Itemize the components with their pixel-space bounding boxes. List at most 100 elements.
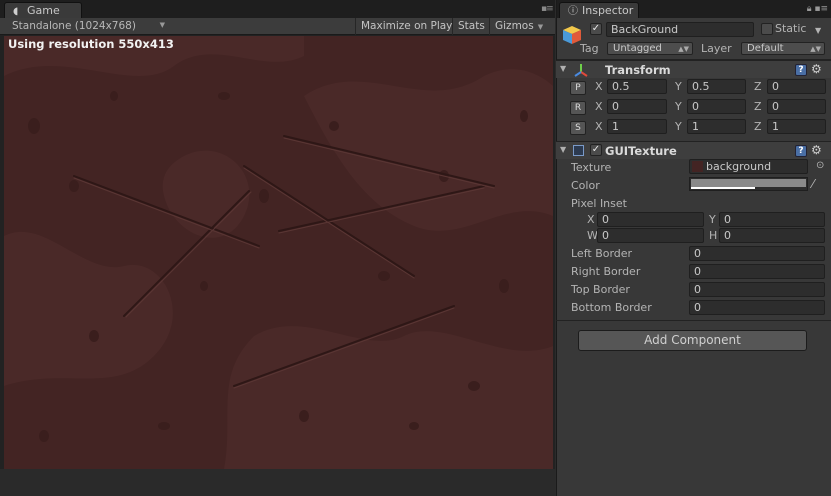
color-label: Color [571,179,600,192]
transform-title: Transform [605,63,671,77]
color-field[interactable] [689,177,808,191]
pacman-icon: ◖ [13,6,19,17]
game-toolbar: Standalone (1024x768) ▼ Maximize on Play… [0,18,555,35]
inset-h-label: H [709,229,718,242]
position-x-field[interactable]: 0.5 [607,79,667,94]
scale-x-field[interactable]: 1 [607,119,667,134]
color-swatch [691,179,806,187]
info-icon: ⓘ [568,6,578,17]
position-z-label: Z [754,80,762,93]
inset-y-label: Y [709,213,716,226]
top-border-field[interactable]: 0 [689,282,825,297]
transform-header[interactable]: ▼ Transform ? ⚙ [556,60,831,78]
add-component-button[interactable]: Add Component [578,330,807,351]
inset-y-field[interactable]: 0 [719,212,825,227]
color-alpha-bar [691,187,756,189]
position-y-label: Y [675,80,682,93]
left-border-field[interactable]: 0 [689,246,825,261]
gear-icon[interactable]: ⚙ [811,143,822,157]
texture-label: Texture [571,161,612,174]
help-icon[interactable]: ? [795,64,807,76]
static-dropdown-icon[interactable]: ▼ [815,26,821,35]
maximize-on-play-label: Maximize on Play [361,20,453,32]
tag-dropdown-icon: ▲▼ [678,45,689,53]
scale-z-field[interactable]: 1 [767,119,826,134]
gizmos-dropdown-icon: ▼ [537,23,544,31]
tag-label: Tag [580,42,599,55]
inset-x-field[interactable]: 0 [597,212,704,227]
static-checkbox[interactable] [761,23,773,35]
pixel-inset-label: Pixel Inset [571,197,627,210]
game-bottom-bar [0,469,555,496]
help-icon[interactable]: ? [795,145,807,157]
tab-game-label: Game [27,4,60,17]
tag-dropdown[interactable]: Untagged ▲▼ [607,42,693,55]
resolution-dropdown[interactable]: Standalone (1024x768) ▼ [2,19,168,34]
scale-y-field[interactable]: 1 [687,119,746,134]
texture-field[interactable]: background [689,159,808,174]
tab-menu-icon[interactable]: ▪≡ [541,4,554,14]
scale-y-label: Y [675,120,682,133]
rotation-x-field[interactable]: 0 [607,99,667,114]
game-panel: ◖ Game ▪≡ Standalone (1024x768) ▼ Maximiz… [0,0,555,496]
dropdown-arrow-icon: ▼ [159,21,165,29]
layer-dropdown-icon: ▲▼ [810,45,821,53]
scale-button[interactable]: S [570,121,586,135]
static-label: Static [775,22,807,35]
game-view[interactable] [4,36,553,469]
resolution-info-label: Using resolution 550x413 [8,37,174,51]
position-z-field[interactable]: 0 [767,79,826,94]
position-y-field[interactable]: 0.5 [687,79,746,94]
top-border-label: Top Border [571,283,630,296]
position-x-label: X [595,80,603,93]
rotation-y-label: Y [675,100,682,113]
rotation-y-field[interactable]: 0 [687,99,746,114]
left-border-label: Left Border [571,247,633,260]
tab-inspector-label: Inspector [582,4,634,17]
rotation-z-label: Z [754,100,762,113]
right-border-field[interactable]: 0 [689,264,825,279]
rotation-z-field[interactable]: 0 [767,99,826,114]
gear-icon[interactable]: ⚙ [811,62,822,76]
tab-inspector[interactable]: ⓘ Inspector [559,2,639,18]
inspector-tabstrip: ⓘ Inspector 🔒︎ ▪≡ [557,0,831,18]
inset-w-field[interactable]: 0 [597,228,704,243]
gizmos-button[interactable]: Gizmos ▼ [489,18,548,35]
stats-label: Stats [458,20,485,32]
fold-arrow-icon[interactable]: ▼ [560,145,566,154]
guitexture-enabled-checkbox[interactable]: ✓ [590,144,602,156]
gizmos-label: Gizmos [495,20,534,32]
component-divider [556,320,831,321]
fold-arrow-icon[interactable]: ▼ [560,64,566,73]
game-background-texture [4,36,553,469]
object-name-field[interactable]: BackGround [606,22,754,37]
position-button[interactable]: P [570,81,586,95]
inset-x-label: X [587,213,595,226]
layer-label: Layer [701,42,732,55]
bottom-border-field[interactable]: 0 [689,300,825,315]
scale-x-label: X [595,120,603,133]
active-checkbox[interactable]: ✓ [590,23,602,35]
right-border-label: Right Border [571,265,641,278]
layer-dropdown[interactable]: Default ▲▼ [741,42,825,55]
guitexture-icon [573,145,584,156]
maximize-on-play-button[interactable]: Maximize on Play [355,18,457,35]
texture-value: background [706,160,772,173]
texture-thumbnail-icon [692,161,703,172]
lock-icon[interactable]: 🔒︎ ▪≡ [807,4,828,14]
eyedropper-icon[interactable]: ⁄ [812,177,814,191]
inset-h-field[interactable]: 0 [719,228,825,243]
resolution-dropdown-label: Standalone (1024x768) [12,20,136,32]
object-picker-icon[interactable]: ⊙ [816,160,824,171]
bottom-border-label: Bottom Border [571,301,652,314]
tab-game[interactable]: ◖ Game [4,2,82,18]
transform-axes-icon [574,64,588,77]
layer-value: Default [747,43,784,54]
scale-z-label: Z [754,120,762,133]
rotation-button[interactable]: R [570,101,586,115]
tag-value: Untagged [613,43,662,54]
stats-button[interactable]: Stats [452,18,490,35]
rotation-x-label: X [595,100,603,113]
guitexture-header[interactable]: ▼ ✓ GUITexture ? ⚙ [556,141,831,159]
guitexture-title: GUITexture [605,144,677,158]
